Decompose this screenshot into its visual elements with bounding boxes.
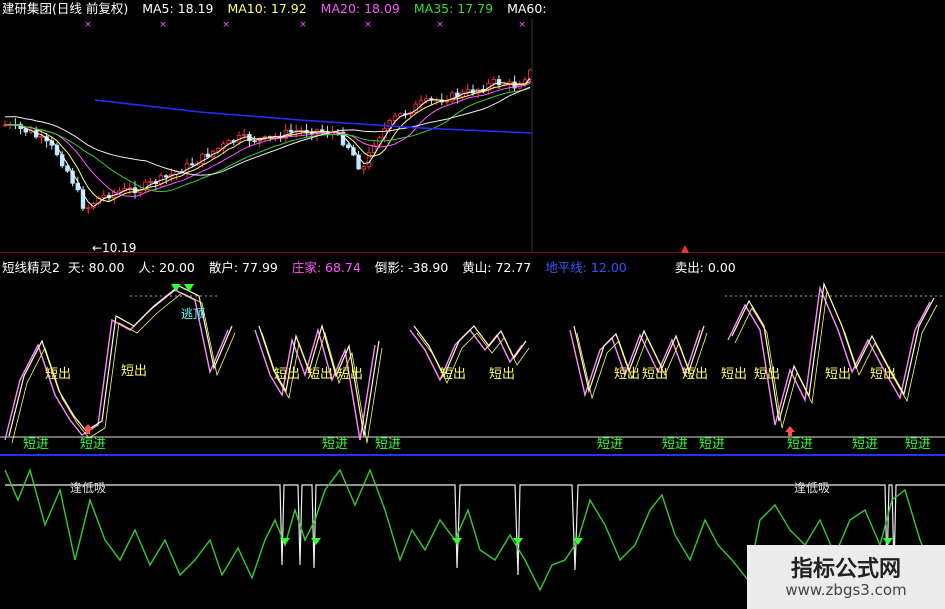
short-in-label: 短进 xyxy=(662,437,688,452)
watermark-title: 指标公式网 xyxy=(790,557,901,582)
short-out-label: 短出 xyxy=(489,367,515,382)
short-out-label: 短出 xyxy=(682,367,708,382)
candle-body xyxy=(491,79,496,84)
candle-body xyxy=(60,154,65,167)
candle-body xyxy=(86,207,91,210)
candle-body xyxy=(345,144,351,149)
short-out-label: 短出 xyxy=(337,367,363,382)
short-out-label: 短出 xyxy=(870,367,896,382)
dealer-line xyxy=(569,329,701,398)
short-out-label: 短出 xyxy=(614,367,640,382)
candle-body xyxy=(189,163,195,166)
low-buy-label: 逢低吸 xyxy=(70,481,106,495)
long-ma-line xyxy=(94,99,533,134)
short-in-label: 短进 xyxy=(787,437,813,452)
cross-marker: × xyxy=(364,20,372,30)
low-buy-label: 逢低吸 xyxy=(794,481,830,495)
cross-marker: × xyxy=(159,20,167,30)
up-arrow-icon xyxy=(785,426,795,436)
candle-body xyxy=(241,134,247,136)
short-out-label: 短出 xyxy=(754,367,780,382)
short-out-label: 短出 xyxy=(825,367,851,382)
short-in-label: 短进 xyxy=(852,437,878,452)
candle-body xyxy=(465,89,470,93)
short-in-label: 短进 xyxy=(699,437,725,452)
candle-body xyxy=(39,136,44,139)
short-in-label: 短进 xyxy=(80,437,106,452)
candle-body xyxy=(117,190,122,193)
huangshan-line xyxy=(261,331,383,444)
candle-body xyxy=(418,100,424,105)
candle-body xyxy=(184,163,190,173)
low-price-label: ←10.19 xyxy=(92,241,137,255)
watermark-url: www.zbgs3.com xyxy=(785,581,907,599)
candle-body xyxy=(288,129,294,133)
short-out-label: 短出 xyxy=(121,364,147,379)
candle-body xyxy=(252,140,257,143)
short-in-label: 短进 xyxy=(905,437,931,452)
huangshan-line xyxy=(576,332,708,400)
short-out-label: 短出 xyxy=(440,367,466,382)
ma10-line xyxy=(4,81,531,203)
short-in-label: 短进 xyxy=(597,437,623,452)
cross-marker: × xyxy=(436,20,444,30)
watermark: 指标公式网 www.zbgs3.com xyxy=(747,545,945,609)
short-out-label: 短出 xyxy=(642,367,668,382)
cross-marker: × xyxy=(518,20,526,30)
red-marker-icon xyxy=(681,245,689,253)
buy-arrow-icon xyxy=(311,538,321,545)
escape-top-label: 逃顶 xyxy=(181,307,205,321)
cross-marker: × xyxy=(299,20,307,30)
candle-body xyxy=(148,181,153,183)
short-out-label: 短出 xyxy=(274,367,300,382)
buy-arrow-icon xyxy=(452,538,462,545)
candle-body xyxy=(392,115,398,121)
short-in-label: 短进 xyxy=(322,437,348,452)
stock-chart-canvas[interactable]: × × × × × × ×短出 短出 短出 短出 短出 短出 短出 短出 短出 短出 短出 短出 短出 短出短进 短进短… xyxy=(0,0,945,609)
short-in-label: 短进 xyxy=(375,437,401,452)
candle-body xyxy=(361,166,366,170)
cross-marker: × xyxy=(222,20,230,30)
short-out-label: 短出 xyxy=(45,367,71,382)
buy-arrow-icon xyxy=(883,538,893,545)
cross-marker: × xyxy=(84,20,92,30)
candle-body xyxy=(101,194,106,198)
short-out-label: 短出 xyxy=(721,367,747,382)
short-out-label: 短出 xyxy=(307,367,333,382)
candle-body xyxy=(163,175,169,178)
down-arrow-icon xyxy=(184,284,194,292)
short-in-label: 短进 xyxy=(23,437,49,452)
dealer-line xyxy=(727,285,931,426)
